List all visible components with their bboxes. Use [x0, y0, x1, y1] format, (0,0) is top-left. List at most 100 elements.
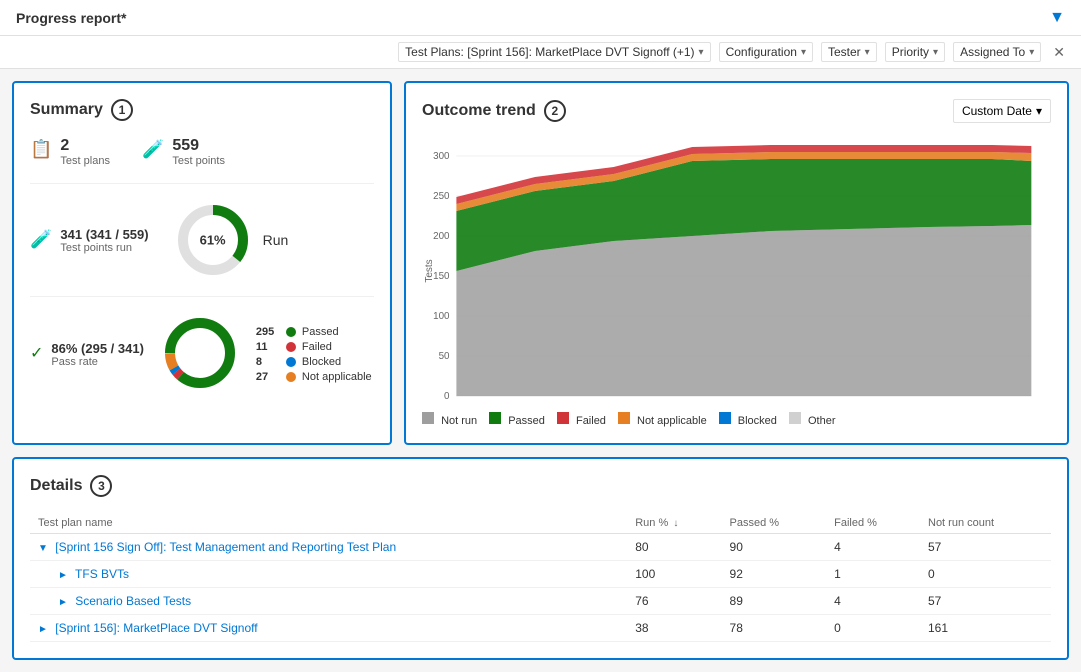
- flask-icon: 🧪: [30, 229, 52, 250]
- svg-text:200: 200: [433, 231, 450, 242]
- cell-name: ► TFS BVTs: [30, 561, 627, 588]
- expand-icon[interactable]: ►: [58, 597, 68, 608]
- cell-passed: 92: [722, 561, 827, 588]
- summary-middle-row: 🧪 341 (341 / 559) Test points run: [30, 200, 374, 297]
- cell-run: 76: [627, 588, 721, 615]
- pass-rate-legend: 295 Passed11 Failed8 Blocked27 Not appli…: [256, 326, 372, 383]
- outcome-chart-legend: Not run Passed Failed Not applicable Blo…: [422, 412, 1051, 427]
- checkmark-icon: ✓: [30, 343, 43, 363]
- filter-close-button[interactable]: ✕: [1053, 44, 1065, 61]
- configuration-chevron-icon: ▾: [801, 47, 806, 58]
- failed-label: Failed: [576, 415, 606, 427]
- cell-not-run: 161: [920, 615, 1051, 642]
- legend-failed: Failed: [557, 412, 606, 427]
- test-plans-chevron-icon: ▾: [699, 47, 704, 58]
- expand-icon[interactable]: ►: [58, 570, 68, 581]
- not-run-color: [422, 412, 434, 424]
- custom-date-label: Custom Date: [962, 104, 1032, 118]
- svg-text:Tests: Tests: [424, 259, 435, 282]
- details-title: Details: [30, 477, 82, 495]
- expand-icon[interactable]: ►: [38, 624, 48, 635]
- test-plans-icon: 📋: [30, 139, 52, 160]
- custom-date-chevron-icon: ▾: [1036, 104, 1042, 118]
- legend-item: 11 Failed: [256, 341, 372, 353]
- pass-rate-label: Pass rate: [51, 356, 144, 368]
- summary-header: Summary 1: [30, 99, 374, 121]
- main-content: Summary 1 📋 2 Test plans 🧪 559 Test poin: [0, 69, 1081, 672]
- tester-filter-label: Tester: [828, 45, 861, 59]
- legend-not-applicable: Not applicable: [618, 412, 707, 427]
- cell-failed: 1: [826, 561, 920, 588]
- svg-text:150: 150: [433, 271, 450, 282]
- col-failed-percent: Failed %: [826, 513, 920, 534]
- cell-failed: 0: [826, 615, 920, 642]
- priority-filter[interactable]: Priority ▾: [885, 42, 945, 62]
- col-test-plan-name: Test plan name: [30, 513, 627, 534]
- cell-failed: 4: [826, 588, 920, 615]
- pass-rate-value: 86% (295 / 341): [51, 341, 144, 356]
- test-plans-label: Test plans: [60, 155, 110, 167]
- cell-run: 100: [627, 561, 721, 588]
- test-plans-stat: 📋 2 Test plans: [30, 137, 110, 167]
- pass-rate-donut: [160, 313, 240, 396]
- assigned-to-chevron-icon: ▾: [1029, 47, 1034, 58]
- blocked-label: Blocked: [738, 415, 777, 427]
- test-points-value: 559: [172, 137, 225, 155]
- row-name-link[interactable]: Scenario Based Tests: [75, 594, 191, 608]
- summary-title: Summary: [30, 101, 103, 119]
- row-name-link[interactable]: [Sprint 156 Sign Off]: Test Management a…: [55, 540, 396, 554]
- col-run-percent: Run % ↓: [627, 513, 721, 534]
- svg-text:0: 0: [444, 391, 450, 401]
- not-run-label: Not run: [441, 415, 477, 427]
- legend-other: Other: [789, 412, 836, 427]
- test-plans-filter-label: Test Plans: [Sprint 156]: MarketPlace DV…: [405, 45, 694, 59]
- pass-rate-stat: ✓ 86% (295 / 341) Pass rate: [30, 341, 144, 368]
- legend-item: 27 Not applicable: [256, 371, 372, 383]
- outcome-badge: 2: [544, 100, 566, 122]
- col-passed-percent: Passed %: [722, 513, 827, 534]
- legend-blocked: Blocked: [719, 412, 777, 427]
- run-text-label: Run: [263, 232, 289, 248]
- col-not-run-count: Not run count: [920, 513, 1051, 534]
- passed-label: Passed: [508, 415, 545, 427]
- configuration-filter[interactable]: Configuration ▾: [719, 42, 813, 62]
- collapse-icon[interactable]: ▼: [38, 543, 48, 554]
- cell-passed: 78: [722, 615, 827, 642]
- summary-card: Summary 1 📋 2 Test plans 🧪 559 Test poin: [12, 81, 392, 445]
- test-points-run-stat: 🧪 341 (341 / 559) Test points run: [30, 227, 149, 254]
- legend-dot: [286, 357, 296, 367]
- details-card: Details 3 Test plan name Run % ↓ Passed …: [12, 457, 1069, 660]
- test-plans-filter[interactable]: Test Plans: [Sprint 156]: MarketPlace DV…: [398, 42, 710, 62]
- outcome-title: Outcome trend: [422, 102, 536, 120]
- outcome-chart-area: 0 50 100 150 200 250 300 Tests: [422, 131, 1051, 404]
- other-label: Other: [808, 415, 836, 427]
- custom-date-button[interactable]: Custom Date ▾: [953, 99, 1051, 123]
- filter-icon[interactable]: ▼: [1049, 9, 1065, 27]
- details-badge: 3: [90, 475, 112, 497]
- legend-dot: [286, 327, 296, 337]
- cell-not-run: 57: [920, 588, 1051, 615]
- filter-bar: Test Plans: [Sprint 156]: MarketPlace DV…: [0, 36, 1081, 69]
- legend-dot: [286, 342, 296, 352]
- page-title: Progress report*: [16, 10, 126, 26]
- page-header: Progress report* ▼: [0, 0, 1081, 36]
- run-percent-label: 61%: [200, 233, 226, 248]
- table-row: ► Scenario Based Tests 76 89 4 57: [30, 588, 1051, 615]
- row-name-link[interactable]: TFS BVTs: [75, 567, 129, 581]
- outcome-card: Outcome trend 2 Custom Date ▾ 0 50 100 1…: [404, 81, 1069, 445]
- cell-passed: 89: [722, 588, 827, 615]
- tester-filter[interactable]: Tester ▾: [821, 42, 877, 62]
- priority-chevron-icon: ▾: [933, 47, 938, 58]
- svg-text:50: 50: [439, 351, 450, 362]
- cell-name: ► [Sprint 156]: MarketPlace DVT Signoff: [30, 615, 627, 642]
- test-points-run-value: 341 (341 / 559): [60, 227, 148, 242]
- cell-passed: 90: [722, 534, 827, 561]
- cell-not-run: 0: [920, 561, 1051, 588]
- row-name-link[interactable]: [Sprint 156]: MarketPlace DVT Signoff: [55, 621, 257, 635]
- assigned-to-filter[interactable]: Assigned To ▾: [953, 42, 1041, 62]
- legend-passed: Passed: [489, 412, 545, 427]
- outcome-title-group: Outcome trend 2: [422, 100, 566, 122]
- summary-bottom-row: ✓ 86% (295 / 341) Pass rate: [30, 313, 374, 396]
- tester-chevron-icon: ▾: [865, 47, 870, 58]
- details-table-header: Test plan name Run % ↓ Passed % Failed %…: [30, 513, 1051, 534]
